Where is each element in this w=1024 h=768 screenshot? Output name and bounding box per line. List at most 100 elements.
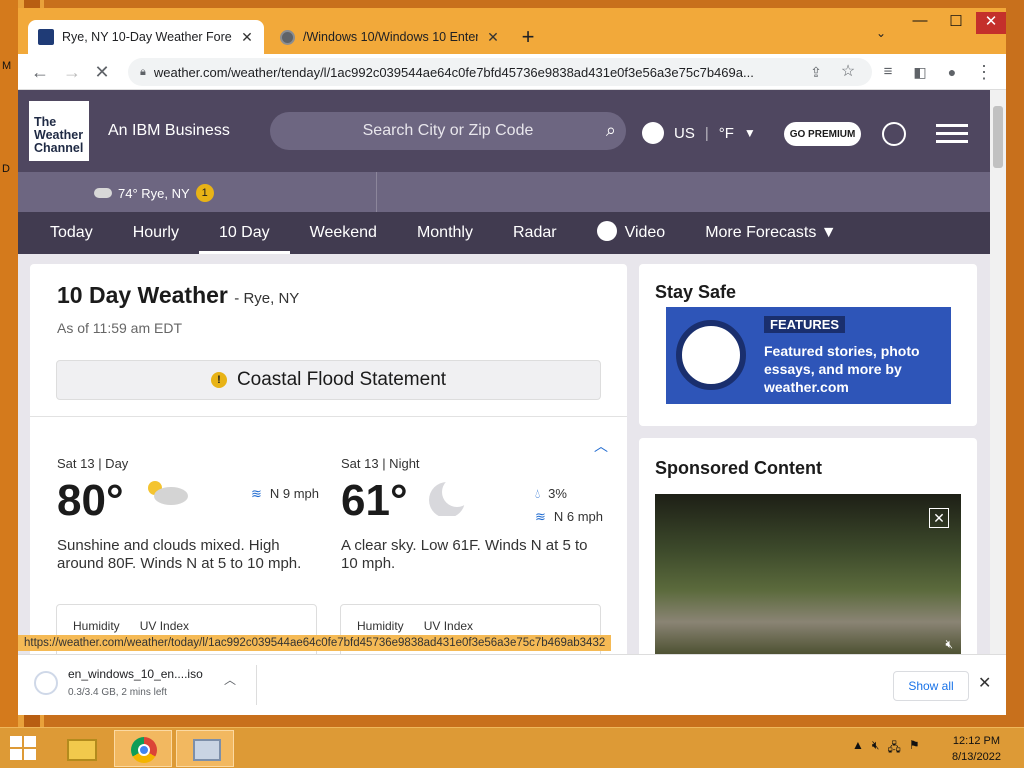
nav-hourly[interactable]: Hourly [113,212,199,254]
tab-search-chevron-icon[interactable]: ⌄ [876,26,886,40]
go-premium-button[interactable]: GO PREMIUM [784,122,861,146]
link-status-bar: https://weather.com/weather/today/l/1ac9… [18,635,612,651]
chevron-up-icon[interactable]: ︿ [224,671,236,688]
partly-cloudy-icon [94,188,112,198]
nav-radar[interactable]: Radar [493,212,577,254]
web-page: The Weather Channel An IBM Business Sear… [18,90,990,662]
file-icon [34,671,58,695]
chrome-icon [131,737,157,763]
search-input[interactable]: Search City or Zip Code ⌕ [270,112,626,150]
show-all-button[interactable]: Show all [893,671,969,701]
raindrop-icon: 💧︎ [534,486,541,501]
forecast-description: A clear sky. Low 61F. Winds N at 5 to 10… [341,537,588,572]
tab-strip: Rye, NY 10-Day Weather Forecas ✕ /Window… [18,8,1006,54]
windows-start-icon[interactable] [10,736,38,762]
network-icon[interactable]: 🖧︎ [887,738,900,759]
share-icon[interactable]: ⇪ [804,60,828,84]
nav-today[interactable]: Today [30,212,113,254]
clock-time: 12:12 PM [952,735,1001,747]
download-item[interactable]: en_windows_10_en....iso 0.3/3.4 GB, 2 mi… [34,667,252,707]
stop-loading-icon[interactable]: ✕ [90,60,114,84]
search-icon[interactable]: ⌕ [606,120,616,141]
alert-count-badge[interactable]: 1 [195,184,214,202]
close-tab-icon[interactable]: ✕ [486,29,500,46]
stay-safe-card: Stay Safe FEATURES Featured stories, pho… [639,264,977,426]
caret-down-icon: ▼ [820,224,837,241]
close-download-bar-icon[interactable]: ✕ [978,673,991,693]
twc-logo[interactable]: The Weather Channel [29,101,89,161]
night-forecast: Sat 13 | Night 61° 💧︎ 3% ≋ N 6 mph A clear… [341,456,603,573]
nav-more-forecasts[interactable]: More Forecasts ▼ [685,212,856,254]
nav-weekend[interactable]: Weekend [290,212,397,254]
site-header: The Weather Channel An IBM Business Sear… [18,90,990,172]
taskbar: ▲ 🔇︎ 🖧︎ ⚑ 12:12 PM 8/13/2022 [0,727,1024,768]
tab-title: Rye, NY 10-Day Weather Forecas [62,30,232,44]
address-bar[interactable]: 🔒︎ weather.com/weather/tenday/l/1ac992c0… [128,58,872,86]
close-window-button[interactable]: ✕ [976,12,1006,34]
close-icon[interactable]: ✕ [929,508,949,528]
lock-icon[interactable]: 🔒︎ [140,66,146,79]
sponsored-video[interactable]: ✕ 🔇︎ [655,494,961,654]
taskbar-app[interactable] [176,730,234,767]
unit-label: °F [718,124,734,142]
current-location[interactable]: 74° Rye, NY 1 [94,184,214,202]
forward-arrow-icon[interactable]: → [60,60,84,84]
alert-banner[interactable]: ! Coastal Flood Statement [56,360,601,400]
clock-date: 8/13/2022 [952,751,1001,763]
reading-list-icon[interactable]: ≡ [876,60,900,84]
globe-icon [642,122,664,144]
back-arrow-icon[interactable]: ← [28,60,52,84]
tab-windows[interactable]: /Windows 10/Windows 10 Enterp ✕ [270,20,510,54]
taskbar-chrome[interactable] [114,730,172,767]
profile-icon[interactable]: ● [940,60,964,84]
location-subtitle: - Rye, NY [234,290,300,307]
wind-info: ≋ N 9 mph [250,486,319,501]
period-label: Sat 13 | Night [341,456,420,471]
hamburger-menu-icon[interactable] [936,124,968,144]
monitor-icon [193,739,221,761]
features-text: Featured stories, photo essays, and more… [764,343,920,395]
bookmark-star-icon[interactable]: ☆ [836,60,860,84]
download-progress: 0.3/3.4 GB, 2 mins left [68,687,167,698]
nav-monthly[interactable]: Monthly [397,212,493,254]
action-center-icon[interactable]: ⚑ [909,738,920,759]
mute-icon[interactable]: 🔇︎ [945,637,953,652]
day-forecast: Sat 13 | Day 80° ≋ N 9 mph Sunshine and c… [57,456,319,573]
ten-day-card: 10 Day Weather - Rye, NY As of 11:59 am … [30,264,627,662]
browser-window: Rye, NY 10-Day Weather Forecas ✕ /Window… [18,8,1006,715]
page-scrollbar[interactable] [990,90,1006,662]
forecast-description: Sunshine and clouds mixed. High around 8… [57,537,302,572]
scrollbar-thumb[interactable] [993,106,1003,168]
more-menu-icon[interactable]: ⋮ [972,60,996,84]
collapse-chevron-icon[interactable]: ︿ [594,436,608,456]
close-tab-icon[interactable]: ✕ [240,29,254,46]
nav-10-day[interactable]: 10 Day [198,212,290,254]
minimize-button[interactable]: — [904,12,936,34]
tagline: An IBM Business [108,122,230,139]
features-banner[interactable]: FEATURES Featured stories, photo essays,… [666,307,951,404]
features-label: FEATURES [764,316,846,333]
play-icon [596,221,617,241]
moon-icon [429,477,472,516]
download-bar: en_windows_10_en....iso 0.3/3.4 GB, 2 mi… [18,654,1006,715]
tab-weather[interactable]: Rye, NY 10-Day Weather Forecas ✕ [28,20,264,54]
divider [256,665,257,705]
taskbar-file-explorer[interactable] [52,730,110,767]
section-title: Sponsored Content [655,458,822,478]
sponsored-content-card: Sponsored Content ✕ 🔇︎ [639,438,977,662]
url-text[interactable]: weather.com/weather/tenday/l/1ac992c0395… [154,65,804,80]
nav-video[interactable]: Video [577,212,686,254]
forecast-nav: Today Hourly 10 Day Weekend Monthly Rada… [18,212,990,254]
download-filename: en_windows_10_en....iso [68,667,203,681]
tray-expand-icon[interactable]: ▲ [852,738,864,759]
user-account-icon[interactable] [882,122,906,146]
search-placeholder: Search City or Zip Code [362,122,534,139]
taskbar-clock[interactable]: 12:12 PM 8/13/2022 [952,733,1001,765]
wind-icon: ≋ [534,509,546,524]
side-panel-icon[interactable]: ◧ [908,60,932,84]
chevron-down-icon: ▼ [743,126,756,140]
locale-selector[interactable]: US | °F ▼ [642,122,756,144]
maximize-button[interactable]: ☐ [940,12,972,34]
new-tab-button[interactable]: + [516,24,540,50]
volume-muted-icon[interactable]: 🔇︎ [872,738,880,759]
